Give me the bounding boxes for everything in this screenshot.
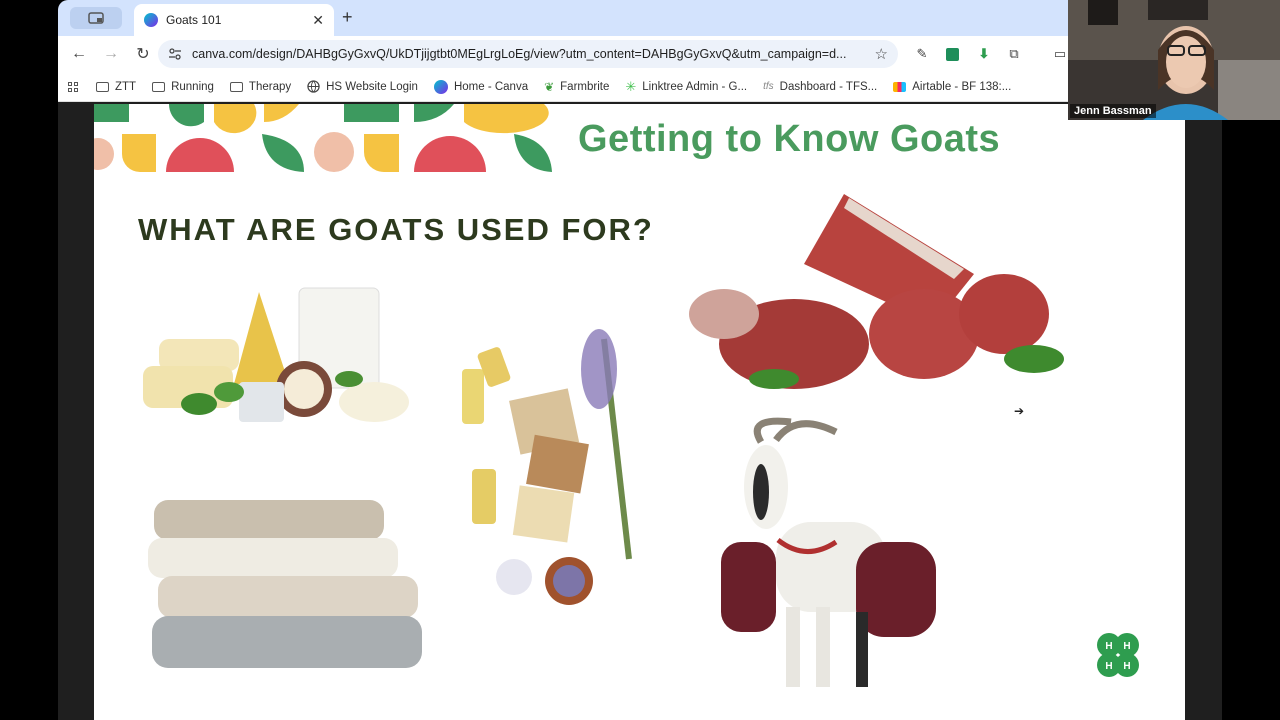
bookmark-label: ZTT	[115, 80, 137, 93]
linktree-icon: ✳	[625, 78, 637, 94]
bookmark-farmbrite[interactable]: ❦ Farmbrite	[536, 80, 617, 94]
airtable-icon	[893, 81, 907, 92]
apps-grid-icon[interactable]	[68, 81, 78, 92]
folder-icon	[96, 81, 109, 92]
slide-heading: WHAT ARE GOATS USED FOR?	[138, 212, 654, 247]
cheese-and-milk-image	[143, 287, 409, 422]
globe-icon	[307, 80, 320, 93]
canva-favicon-icon	[144, 13, 158, 27]
bookmark-dashboard-tfs[interactable]: tfs Dashboard - TFS...	[755, 81, 885, 93]
back-button[interactable]: ←	[64, 39, 94, 69]
forward-button[interactable]: →	[96, 39, 126, 69]
tab-search-button[interactable]	[70, 7, 122, 29]
four-h-clover-logo-icon: H H H H	[1097, 633, 1139, 677]
tab-overview-icon	[88, 12, 104, 24]
bookmarks-bar: ZTT Running Therapy HS Website Login Hom…	[58, 72, 1222, 102]
address-bar[interactable]: canva.com/design/DAHBgGyGxvQ/UkDTjijgtbt…	[158, 40, 898, 68]
mouse-cursor-icon: ➔	[1014, 404, 1025, 418]
bookmark-label: Therapy	[248, 80, 292, 93]
participant-video: Jenn Bassman	[1068, 0, 1280, 120]
bookmark-star-icon[interactable]: ☆	[875, 45, 888, 63]
svg-text:H: H	[1105, 641, 1112, 652]
folder-icon	[229, 81, 243, 92]
bookmark-label: Running	[171, 80, 214, 93]
bookmark-label: HS Website Login	[326, 80, 418, 93]
decorative-pattern-graphic	[94, 104, 552, 172]
bookmark-label: Linktree Admin - G...	[642, 80, 748, 93]
tab-strip: Goats 101 ✕ +	[58, 0, 1222, 36]
bookmark-home-canva[interactable]: Home - Canva	[426, 79, 536, 94]
bookmark-airtable[interactable]: Airtable - BF 138:...	[885, 81, 1019, 93]
svg-text:H: H	[1123, 641, 1130, 652]
svg-text:H: H	[1123, 661, 1130, 672]
reload-button[interactable]: ↻	[128, 39, 158, 69]
browser-window: Goats 101 ✕ + ← → ↻ canva.com/design/DAH…	[58, 0, 1222, 720]
raw-goat-meat-image	[689, 194, 1064, 389]
bookmark-label: Airtable - BF 138:...	[912, 80, 1012, 93]
knit-sweaters-image	[148, 500, 422, 668]
site-info-icon[interactable]	[168, 47, 182, 61]
participant-name-label: Jenn Bassman	[1070, 104, 1156, 118]
tab-close-icon[interactable]: ✕	[312, 12, 324, 29]
sheets-extension-icon[interactable]	[942, 44, 962, 64]
svg-text:H: H	[1105, 661, 1112, 672]
slide-title: Getting to Know Goats	[578, 118, 1001, 160]
bookmark-ztt[interactable]: ZTT	[88, 81, 144, 93]
pack-goat-image	[721, 417, 936, 687]
essential-oils-soap-lavender-image	[462, 329, 632, 605]
screen: Goats 101 ✕ + ← → ↻ canva.com/design/DAH…	[0, 0, 1280, 720]
split-view-icon[interactable]: ▭	[1050, 44, 1070, 64]
new-tab-button[interactable]: +	[342, 7, 353, 28]
url-text: canva.com/design/DAHBgGyGxvQ/UkDTjijgtbt…	[192, 47, 847, 61]
bookmark-hs-website-login[interactable]: HS Website Login	[299, 80, 426, 93]
canva-icon	[433, 79, 448, 94]
bookmark-label: Home - Canva	[453, 80, 529, 93]
bookmark-running[interactable]: Running	[144, 81, 222, 93]
tab-title: Goats 101	[166, 13, 222, 27]
bookmark-therapy[interactable]: Therapy	[222, 81, 299, 93]
extensions-puzzle-icon[interactable]: ⧉	[1004, 44, 1024, 64]
folder-icon	[152, 81, 166, 92]
tfs-icon: tfs	[763, 81, 774, 92]
leaf-icon: ❦	[544, 79, 555, 94]
bookmark-linktree[interactable]: ✳ Linktree Admin - G...	[617, 79, 755, 95]
eyedropper-extension-icon[interactable]: ✎	[912, 44, 932, 64]
download-extension-icon[interactable]: ⬇	[974, 44, 994, 64]
tab-goats-101[interactable]: Goats 101 ✕	[134, 4, 334, 36]
bookmark-label: Farmbrite	[560, 80, 610, 93]
bookmark-label: Dashboard - TFS...	[779, 80, 878, 93]
browser-toolbar: ← → ↻ canva.com/design/DAHBgGyGxvQ/UkDTj…	[58, 36, 1222, 72]
webcam-feed-image	[1068, 0, 1280, 120]
